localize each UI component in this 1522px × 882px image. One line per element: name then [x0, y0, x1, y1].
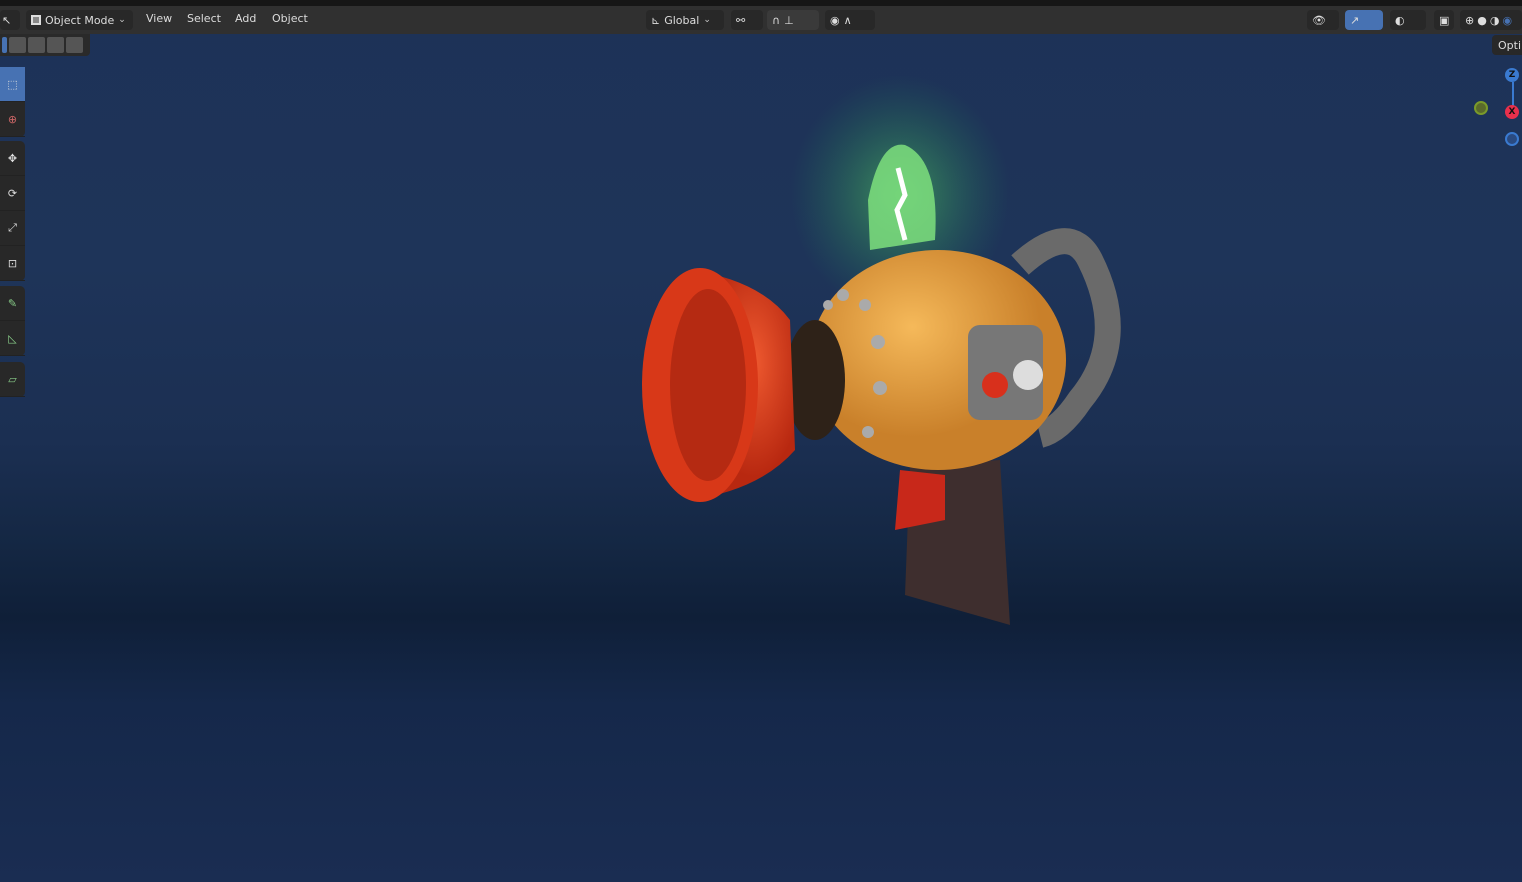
neck-ring: [785, 320, 845, 440]
red-button: [982, 372, 1008, 398]
bell-inside: [670, 289, 746, 481]
3d-model-ray-gun: [642, 75, 1121, 625]
trigger: [895, 470, 945, 530]
dial: [1013, 360, 1043, 390]
